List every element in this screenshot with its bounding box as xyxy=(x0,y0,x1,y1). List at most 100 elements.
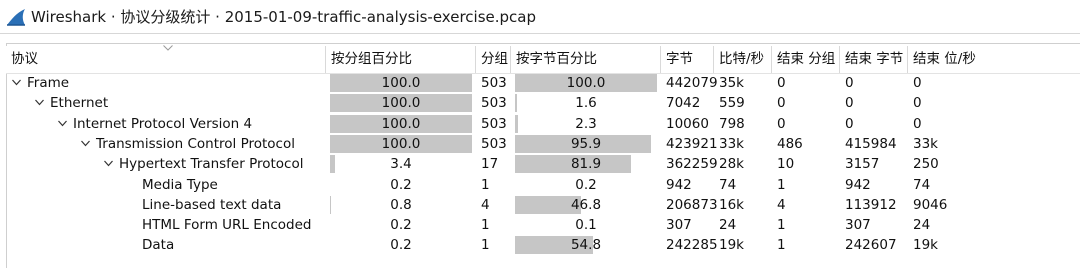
percent-value: 0.8 xyxy=(390,197,412,213)
end-bitrate-cell: 24 xyxy=(913,217,931,233)
table-row[interactable]: Ethernet 100.0 503 1.6 7042 559 0 0 0 xyxy=(6,93,1080,113)
percent-value: 0.2 xyxy=(390,177,412,193)
table-row[interactable]: Media Type 0.2 1 0.2 942 74 1 942 74 xyxy=(6,175,1080,195)
protocol-name: Frame xyxy=(27,75,70,91)
packets-percent-bar xyxy=(330,155,335,173)
bytes-cell: 442079 xyxy=(666,75,718,91)
table-row[interactable]: Frame 100.0 503 100.0 442079 35k 0 0 0 xyxy=(6,73,1080,93)
table-row[interactable]: Internet Protocol Version 4 100.0 503 2.3 10… xyxy=(6,114,1080,134)
expand-chevron-icon[interactable] xyxy=(81,140,90,147)
percent-bytes-cell: 81.9 xyxy=(511,154,661,174)
end-packets-cell: 1 xyxy=(777,177,786,193)
header-col-bitrate[interactable]: 比特/秒 xyxy=(714,46,772,73)
percent-bytes-cell: 0.1 xyxy=(511,215,661,235)
percent-packets-cell: 0.2 xyxy=(326,235,476,255)
table-row[interactable]: Hypertext Transfer Protocol 3.4 17 81.9 3622… xyxy=(6,154,1080,174)
end-bitrate-cell: 33k xyxy=(913,136,938,152)
expand-chevron-icon[interactable] xyxy=(58,120,67,127)
percent-value: 46.8 xyxy=(570,197,602,213)
bitrate-cell: 74 xyxy=(719,177,737,193)
percent-value: 0.1 xyxy=(575,217,597,233)
percent-packets-cell: 3.4 xyxy=(326,154,476,174)
bytes-cell: 942 xyxy=(666,177,692,193)
header-col-bytes[interactable]: 字节 xyxy=(661,46,714,73)
percent-bytes-cell: 0.2 xyxy=(511,175,661,195)
header-col-end-bitrate[interactable]: 结束 位/秒 xyxy=(908,46,1080,73)
packets-cell: 503 xyxy=(481,136,507,152)
end-bitrate-cell: 9046 xyxy=(913,197,948,213)
percent-value: 95.9 xyxy=(570,136,602,152)
percent-value: 2.3 xyxy=(575,116,597,132)
protocol-cell: Frame xyxy=(6,73,326,93)
title-bar: Wireshark · 协议分级统计 · 2015-01-09-traffic-… xyxy=(0,0,1080,34)
expand-chevron-icon[interactable] xyxy=(35,99,44,106)
end-bitrate-cell: 0 xyxy=(913,116,922,132)
header-col-pct-packets[interactable]: 按分组百分比 xyxy=(326,46,476,73)
bytes-percent-bar xyxy=(515,94,517,112)
protocol-cell: Transmission Control Protocol xyxy=(6,134,326,154)
percent-value: 3.4 xyxy=(390,156,412,172)
end-bytes-cell: 0 xyxy=(845,116,854,132)
percent-value: 100.0 xyxy=(381,116,421,132)
percent-value: 0.2 xyxy=(575,177,597,193)
protocol-cell: Line-based text data xyxy=(6,195,326,215)
protocol-cell: Media Type xyxy=(6,175,326,195)
bytes-cell: 307 xyxy=(666,217,692,233)
table-row[interactable]: Transmission Control Protocol 100.0 503 95.… xyxy=(6,134,1080,154)
protocol-name: HTML Form URL Encoded xyxy=(142,217,312,233)
percent-packets-cell: 0.2 xyxy=(326,175,476,195)
protocol-name: Media Type xyxy=(142,177,218,193)
percent-value: 54.8 xyxy=(570,237,602,253)
percent-value: 81.9 xyxy=(570,156,602,172)
protocol-cell: Internet Protocol Version 4 xyxy=(6,114,326,134)
percent-value: 100.0 xyxy=(381,136,421,152)
packets-cell: 503 xyxy=(481,95,507,111)
percent-bytes-cell: 54.8 xyxy=(511,235,661,255)
end-bytes-cell: 3157 xyxy=(845,156,880,172)
header-col-end-bytes[interactable]: 结束 字节 xyxy=(840,46,908,73)
end-bytes-cell: 0 xyxy=(845,75,854,91)
header-col-end-packets[interactable]: 结束 分组 xyxy=(772,46,840,73)
packets-cell: 1 xyxy=(481,217,490,233)
expand-chevron-icon[interactable] xyxy=(12,79,21,86)
bitrate-cell: 16k xyxy=(719,197,744,213)
bitrate-cell: 24 xyxy=(719,217,737,233)
bytes-cell: 7042 xyxy=(666,95,701,111)
percent-value: 100.0 xyxy=(566,75,606,91)
table-row[interactable]: Data 0.2 1 54.8 242285 19k 1 242607 19k xyxy=(6,235,1080,255)
end-bitrate-cell: 250 xyxy=(913,156,939,172)
protocol-cell: Ethernet xyxy=(6,93,326,113)
protocol-cell: HTML Form URL Encoded xyxy=(6,215,326,235)
end-bytes-cell: 0 xyxy=(845,95,854,111)
percent-bytes-cell: 2.3 xyxy=(511,114,661,134)
bytes-cell: 242285 xyxy=(666,237,718,253)
end-bytes-cell: 307 xyxy=(845,217,871,233)
end-packets-cell: 10 xyxy=(777,156,795,172)
end-packets-cell: 0 xyxy=(777,95,786,111)
percent-bytes-cell: 46.8 xyxy=(511,195,661,215)
expand-chevron-icon[interactable] xyxy=(104,160,113,167)
end-packets-cell: 0 xyxy=(777,116,786,132)
end-packets-cell: 1 xyxy=(777,217,786,233)
percent-packets-cell: 0.2 xyxy=(326,215,476,235)
end-packets-cell: 486 xyxy=(777,136,803,152)
percent-value: 1.6 xyxy=(575,95,597,111)
percent-packets-cell: 0.8 xyxy=(326,195,476,215)
bitrate-cell: 28k xyxy=(719,156,744,172)
header-col-pct-bytes[interactable]: 按字节百分比 xyxy=(511,46,661,73)
bitrate-cell: 559 xyxy=(719,95,745,111)
table-row[interactable]: Line-based text data 0.8 4 46.8 206873 16k 4 11… xyxy=(6,195,1080,215)
table-row[interactable]: HTML Form URL Encoded 0.2 1 0.1 307 24 1 307 24 xyxy=(6,215,1080,235)
bitrate-cell: 33k xyxy=(719,136,744,152)
end-packets-cell: 4 xyxy=(777,197,786,213)
end-bytes-cell: 113912 xyxy=(845,197,897,213)
bitrate-cell: 19k xyxy=(719,237,744,253)
percent-packets-cell: 100.0 xyxy=(326,73,476,93)
bytes-cell: 10060 xyxy=(666,116,709,132)
percent-packets-cell: 100.0 xyxy=(326,134,476,154)
header-col-packets[interactable]: 分组 xyxy=(476,46,511,73)
wireshark-fin-icon xyxy=(7,9,25,26)
bytes-cell: 423921 xyxy=(666,136,718,152)
end-bitrate-cell: 0 xyxy=(913,95,922,111)
chevron-down-icon[interactable] xyxy=(163,45,173,51)
